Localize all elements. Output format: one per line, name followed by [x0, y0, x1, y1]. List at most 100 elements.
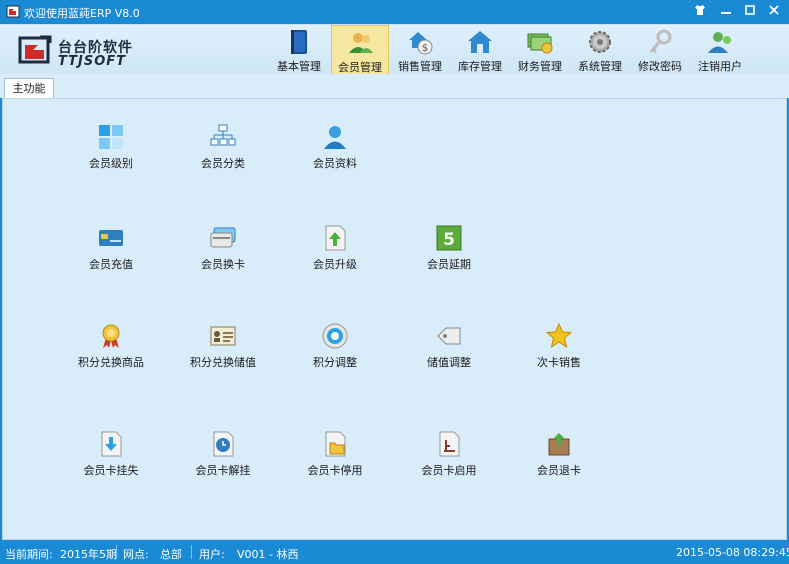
- toolbar: 台台阶软件 TTJSOFT 基本管理 会员管理 $ 销售管理 库存管理 财务管理…: [0, 24, 789, 75]
- nav-system[interactable]: 系统管理: [571, 25, 629, 75]
- item-card-enable[interactable]: 会员卡启用: [399, 431, 499, 481]
- item-label: 次卡销售: [537, 356, 581, 369]
- item-label: 会员延期: [427, 258, 471, 271]
- hierarchy-icon: [210, 124, 236, 146]
- item-label: 会员卡停用: [307, 464, 363, 477]
- svg-text:5: 5: [443, 230, 455, 250]
- nav-finance[interactable]: 财务管理: [511, 25, 569, 75]
- branch-value: 总部: [160, 548, 182, 561]
- upgrade-icon: [325, 225, 346, 251]
- item-member-level[interactable]: 会员级别: [61, 124, 161, 174]
- key-icon: [649, 29, 672, 54]
- tag-icon: [437, 327, 461, 345]
- item-balance-adjust[interactable]: 储值调整: [399, 323, 499, 373]
- tab-strip: 主功能: [0, 74, 789, 98]
- status-divider: [191, 545, 192, 559]
- item-member-extend[interactable]: 5 会员延期: [399, 225, 499, 275]
- item-card-return[interactable]: 会员退卡: [509, 431, 609, 481]
- nav-sales[interactable]: $ 销售管理: [391, 25, 449, 75]
- nav-change-password[interactable]: 修改密码: [631, 25, 689, 75]
- item-points-to-goods[interactable]: 积分兑换商品: [61, 323, 161, 373]
- item-member-category[interactable]: 会员分类: [173, 124, 273, 174]
- card-swap-icon: [210, 227, 236, 248]
- item-label: 积分调整: [313, 356, 357, 369]
- item-label: 会员级别: [89, 157, 133, 170]
- item-member-recharge[interactable]: 会员充值: [61, 225, 161, 275]
- item-times-card-sale[interactable]: 次卡销售: [509, 323, 609, 373]
- minimize-icon: [721, 12, 731, 14]
- skin-button[interactable]: [690, 3, 710, 21]
- period-label: 当前期间:: [5, 548, 53, 561]
- item-label: 会员资料: [313, 157, 357, 170]
- nav-label: 注销用户: [698, 60, 742, 73]
- item-card-report-loss[interactable]: 会员卡挂失: [61, 431, 161, 481]
- calendar-5-icon: 5: [436, 225, 462, 251]
- item-points-adjust[interactable]: 积分调整: [285, 323, 385, 373]
- period-value: 2015年5期: [60, 548, 117, 561]
- window-title: 欢迎使用蓝莼ERP V8.0: [24, 7, 140, 20]
- doc-down-icon: [101, 431, 122, 457]
- star-icon: [546, 323, 572, 349]
- members-icon: [349, 33, 373, 53]
- main-panel: 会员级别 会员分类 会员资料 会员充值 会员换卡 会员升级 5 会员延期 积分兑…: [2, 98, 787, 540]
- nav-logout[interactable]: 注销用户: [691, 25, 749, 75]
- close-icon: [769, 5, 779, 15]
- maximize-button[interactable]: [740, 3, 760, 21]
- maximize-icon: [745, 5, 755, 15]
- nav-label: 库存管理: [458, 60, 502, 73]
- nav-basic[interactable]: 基本管理: [270, 25, 328, 75]
- item-label: 会员充值: [89, 258, 133, 271]
- item-label: 会员换卡: [201, 258, 245, 271]
- item-label: 会员分类: [201, 157, 245, 170]
- sales-icon: $: [409, 32, 433, 55]
- nav-inventory[interactable]: 库存管理: [451, 25, 509, 75]
- nav-label: 销售管理: [398, 60, 442, 73]
- money-icon: [527, 33, 553, 54]
- minimize-button[interactable]: [716, 3, 736, 21]
- logo-icon: [18, 35, 52, 64]
- item-label: 会员升级: [313, 258, 357, 271]
- nav-label: 财务管理: [518, 60, 562, 73]
- nav-label: 会员管理: [338, 61, 382, 74]
- box-return-icon: [548, 433, 570, 456]
- grid-icon: [99, 125, 123, 149]
- close-button[interactable]: [764, 3, 784, 21]
- user-icon: [324, 126, 346, 149]
- disc-icon: [322, 323, 348, 349]
- item-member-change-card[interactable]: 会员换卡: [173, 225, 273, 275]
- datetime: 2015-05-08 08:29:45: [676, 546, 789, 559]
- item-label: 会员卡解挂: [195, 464, 251, 477]
- logo-text-en: TTJSOFT: [58, 54, 127, 69]
- doc-folder-icon: [325, 431, 346, 457]
- nav-label: 基本管理: [277, 60, 321, 73]
- book-icon: [291, 30, 307, 54]
- item-points-to-balance[interactable]: 积分兑换储值: [173, 323, 273, 373]
- gear-icon: [589, 31, 611, 53]
- nav-label: 系统管理: [578, 60, 622, 73]
- item-member-profile[interactable]: 会员资料: [285, 124, 385, 174]
- user-value: V001 - 林西: [237, 548, 299, 561]
- user-label: 用户:: [199, 548, 225, 561]
- doc-chart-icon: [439, 431, 460, 457]
- item-label: 积分兑换储值: [190, 356, 256, 369]
- item-card-unlock[interactable]: 会员卡解挂: [173, 431, 273, 481]
- warehouse-icon: [468, 31, 492, 53]
- shirt-icon: [695, 5, 705, 15]
- app-icon: [6, 5, 20, 18]
- title-bar: 欢迎使用蓝莼ERP V8.0: [0, 0, 789, 24]
- item-member-upgrade[interactable]: 会员升级: [285, 225, 385, 275]
- nav-members[interactable]: 会员管理: [331, 25, 389, 75]
- branch-label: 网点:: [123, 548, 149, 561]
- item-label: 会员卡启用: [421, 464, 477, 477]
- doc-clock-icon: [213, 431, 234, 457]
- tab-main[interactable]: 主功能: [4, 78, 54, 98]
- item-card-disable[interactable]: 会员卡停用: [285, 431, 385, 481]
- status-bar: 当前期间: 2015年5期 网点: 总部 用户: V001 - 林西 2015-…: [0, 541, 789, 564]
- status-divider: [116, 545, 117, 559]
- svg-text:$: $: [422, 43, 428, 54]
- id-card-icon: [210, 326, 236, 346]
- item-label: 会员退卡: [537, 464, 581, 477]
- logout-user-icon: [708, 32, 731, 53]
- card-icon: [99, 230, 123, 246]
- item-label: 储值调整: [427, 356, 471, 369]
